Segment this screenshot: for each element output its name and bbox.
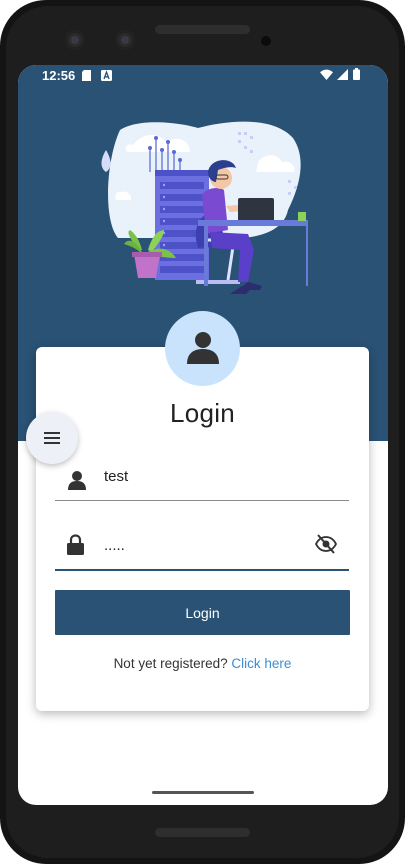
- password-field[interactable]: .....: [55, 520, 349, 571]
- sim-card-icon: [82, 70, 91, 81]
- username-value: test: [104, 468, 129, 485]
- register-link[interactable]: Click here: [231, 656, 291, 671]
- earpiece-speaker: [155, 25, 250, 34]
- wifi-icon: [320, 69, 333, 80]
- login-button[interactable]: Login: [55, 590, 350, 635]
- visibility-off-icon[interactable]: [315, 534, 337, 554]
- user-icon: [187, 332, 219, 364]
- home-indicator: [152, 791, 254, 794]
- register-prompt: Not yet registered? Click here: [36, 656, 369, 671]
- a-notification-icon: [101, 70, 112, 81]
- battery-icon: [353, 68, 360, 80]
- username-underline: [55, 500, 349, 501]
- front-camera-secondary: [115, 30, 135, 50]
- login-title: Login: [169, 398, 236, 428]
- status-time: 12:56: [42, 68, 76, 83]
- password-underline: [55, 569, 349, 571]
- proximity-sensor: [261, 36, 271, 46]
- lock-icon: [67, 534, 84, 555]
- status-bar: 12:56: [18, 65, 388, 87]
- password-value: .....: [104, 537, 125, 554]
- server-developer-illustration: [101, 121, 308, 294]
- bottom-speaker: [155, 828, 250, 837]
- username-field[interactable]: test: [55, 455, 349, 501]
- user-icon: [68, 471, 86, 490]
- login-card: Login test ..... Login Not yet registere…: [36, 347, 369, 711]
- avatar: [165, 311, 240, 386]
- menu-button[interactable]: [26, 412, 78, 464]
- front-camera: [65, 30, 85, 50]
- register-prompt-text: Not yet registered?: [113, 656, 228, 671]
- signal-icon: [337, 69, 348, 80]
